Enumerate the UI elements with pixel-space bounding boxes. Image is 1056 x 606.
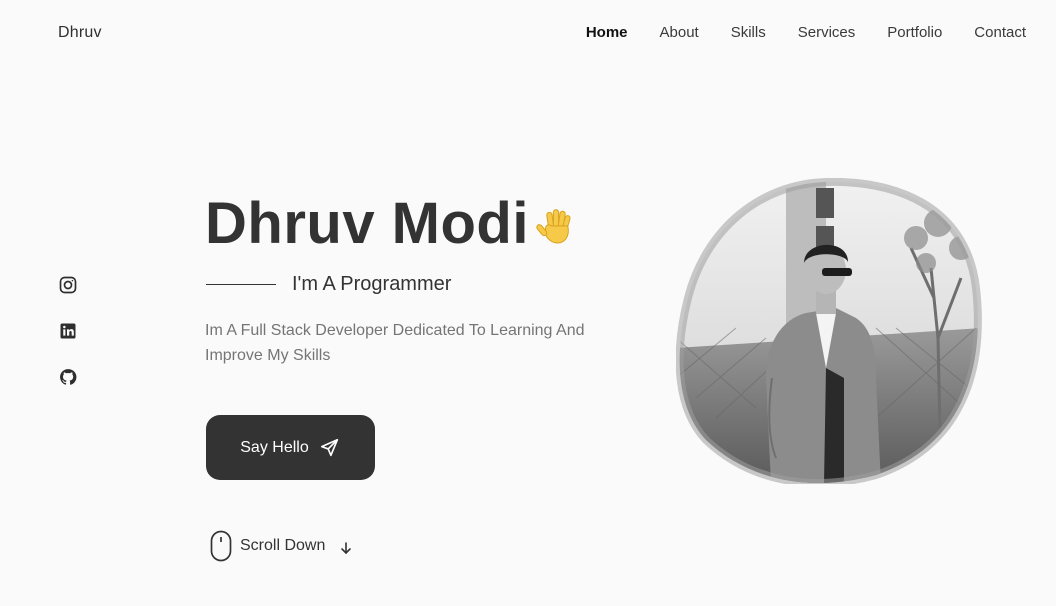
site-header: Dhruv Home About Skills Services Portfol…	[0, 0, 1056, 66]
nav-home[interactable]: Home	[586, 24, 628, 41]
subtitle-divider	[206, 284, 276, 285]
mouse-icon	[210, 530, 232, 562]
nav-services[interactable]: Services	[798, 24, 856, 41]
hero-description: Im A Full Stack Developer Dedicated To L…	[205, 322, 585, 364]
waving-hand-icon	[536, 208, 571, 243]
main-nav: Home About Skills Services Portfolio Con…	[586, 24, 1026, 41]
subtitle-row: I'm A Programmer	[206, 273, 451, 296]
scroll-down-label: Scroll Down	[240, 537, 326, 554]
scroll-down-link[interactable]: Scroll Down	[210, 530, 353, 562]
hero-name: Dhruv Modi	[205, 191, 529, 256]
nav-contact[interactable]: Contact	[974, 24, 1026, 41]
nav-portfolio[interactable]: Portfolio	[887, 24, 942, 41]
hero-subtitle: I'm A Programmer	[292, 273, 452, 295]
social-links	[58, 275, 78, 387]
linkedin-icon[interactable]	[58, 321, 78, 341]
say-hello-label: Say Hello	[240, 438, 309, 456]
nav-skills[interactable]: Skills	[731, 24, 766, 41]
hero-title: Dhruv Modi	[205, 190, 577, 257]
send-icon	[320, 438, 338, 456]
profile-photo	[676, 178, 982, 484]
github-icon[interactable]	[58, 367, 78, 387]
say-hello-button[interactable]: Say Hello	[206, 415, 375, 480]
portfolio-page: Dhruv Home About Skills Services Portfol…	[0, 0, 1056, 606]
arrow-down-icon	[341, 542, 352, 555]
nav-about[interactable]: About	[660, 24, 699, 41]
site-logo[interactable]: Dhruv	[58, 24, 102, 42]
instagram-icon[interactable]	[58, 275, 78, 295]
